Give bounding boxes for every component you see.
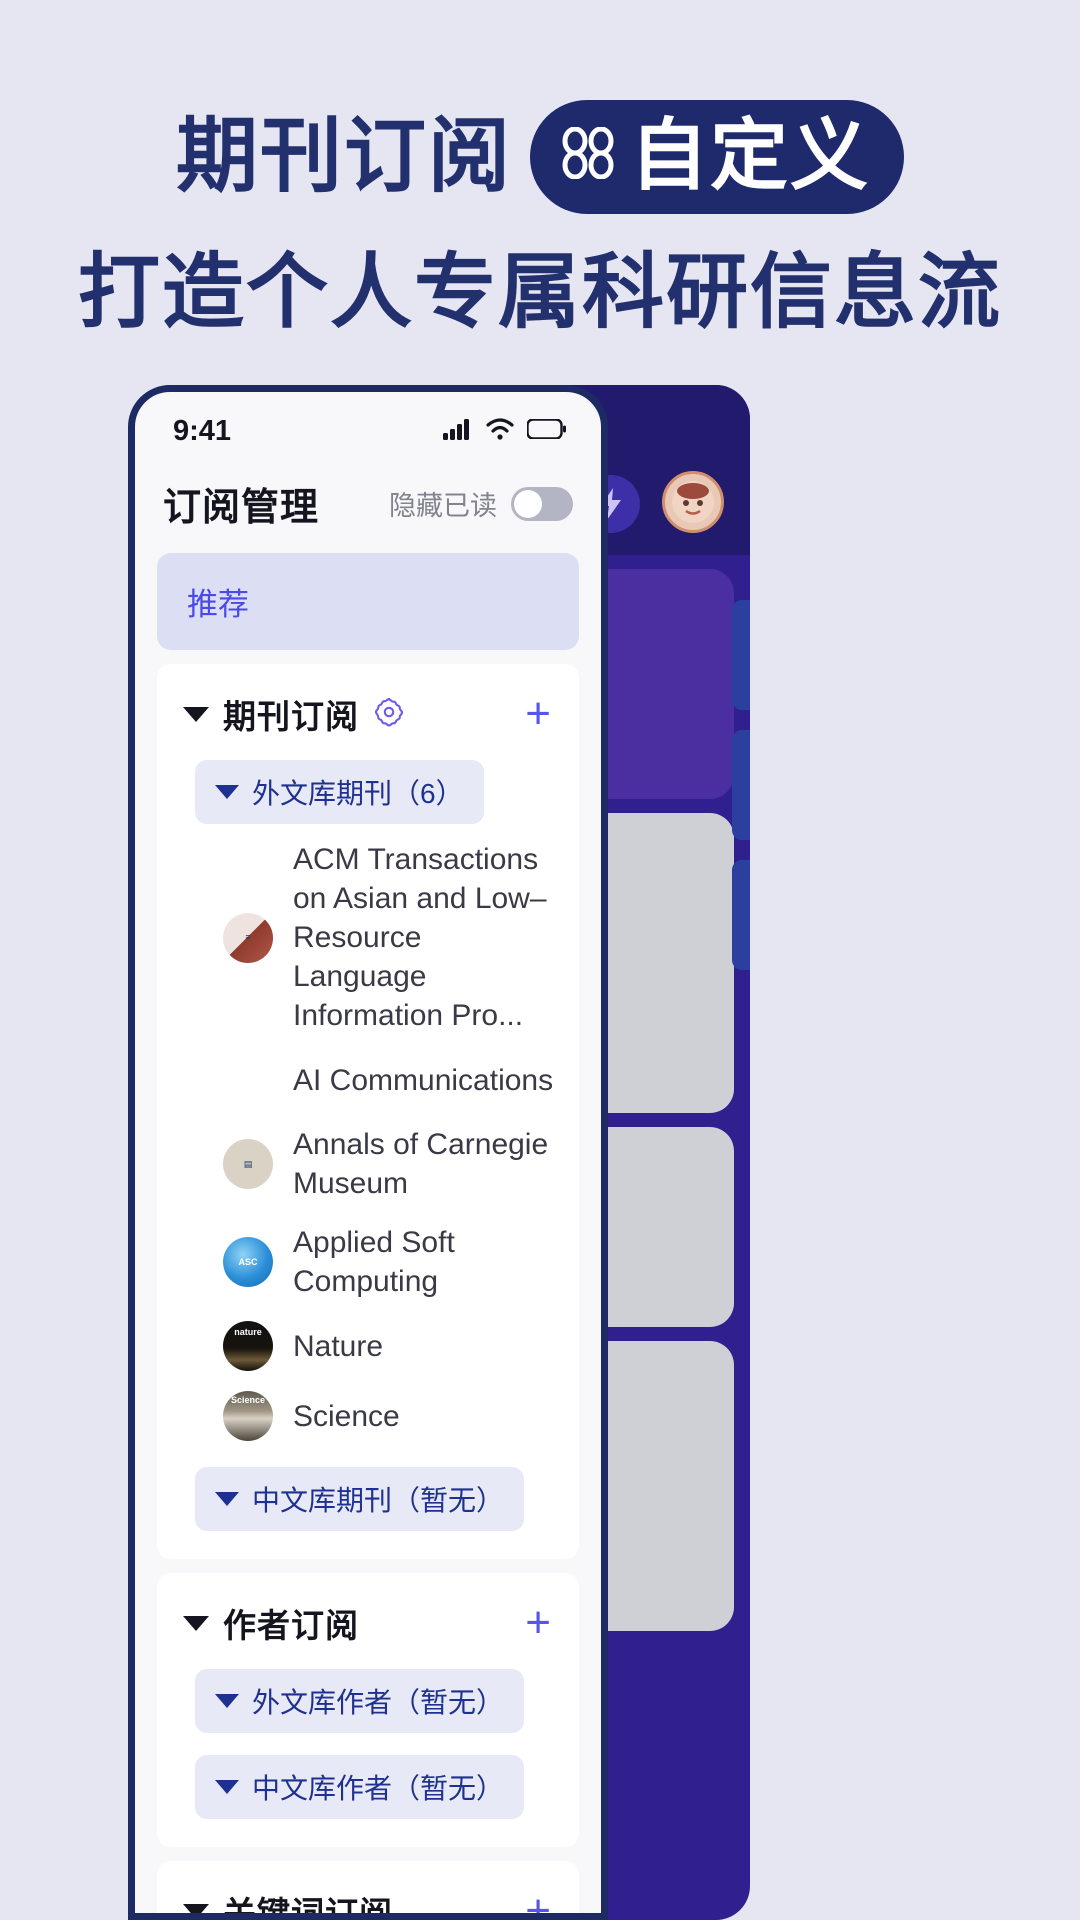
chevron-down-icon[interactable] [183, 706, 209, 722]
section-header[interactable]: 作者订阅 + [181, 1593, 555, 1653]
hidden-read-toggle[interactable] [511, 486, 573, 521]
group-chinese-authors[interactable]: 中文库作者（暂无） [195, 1755, 525, 1819]
avatar[interactable] [662, 471, 724, 533]
journal-name: Applied Soft Computing [293, 1226, 455, 1298]
section-author-subscription: 作者订阅 + 外文库作者（暂无） 中文库作者（暂无） [157, 1573, 579, 1847]
section-title: 期刊订阅 [223, 698, 359, 735]
headline-pill-text: 自定义 [630, 111, 871, 199]
section-header[interactable]: 期刊订阅 + [181, 684, 555, 744]
group-label: 中文库期刊（暂无） [252, 1485, 505, 1516]
cellular-signal-icon [443, 418, 473, 445]
group-label: 中文库作者（暂无） [252, 1773, 505, 1804]
chevron-down-icon-group [215, 785, 239, 799]
headline-block: 期刊订阅 自定义 打造个人专属科研信息流 [0, 0, 1080, 336]
section-title: 关键词订阅 [223, 1895, 393, 1920]
ai-communications-cover [223, 1055, 273, 1105]
chevron-down-icon[interactable] [183, 1903, 209, 1913]
chevron-down-icon[interactable] [183, 1615, 209, 1631]
section-journal-subscription: 期刊订阅 + 外文库期刊（6） ≡ ACM Transactions on As… [157, 664, 579, 1559]
side-tab-3[interactable] [732, 860, 750, 970]
group-foreign-authors[interactable]: 外文库作者（暂无） [195, 1669, 525, 1733]
annals-carnegie-cover: ▤ [223, 1139, 273, 1189]
science-cover: Science [223, 1391, 273, 1441]
group-foreign-journals[interactable]: 外文库期刊（6） [195, 760, 484, 824]
battery-icon [526, 417, 567, 444]
section-header[interactable]: 关键词订阅 + [181, 1881, 555, 1920]
applied-soft-computing-cover: ASC [223, 1237, 273, 1287]
list-item[interactable]: ▤ Annals of Carnegie Museum [181, 1115, 555, 1213]
chevron-down-icon-group [215, 1694, 239, 1708]
chevron-down-icon-group [215, 1780, 239, 1794]
wifi-icon [485, 417, 515, 445]
group-label: 外文库期刊（6） [252, 778, 464, 809]
list-item[interactable]: Science Science [181, 1381, 555, 1451]
list-item[interactable]: ≡ ACM Transactions on Asian and Low–Reso… [181, 830, 555, 1045]
list-item[interactable]: AI Communications [181, 1045, 555, 1115]
group-chinese-journals[interactable]: 中文库期刊（暂无） [195, 1467, 525, 1531]
headline-pill: 自定义 [530, 100, 905, 214]
headline-main-text: 期刊订阅 [175, 111, 512, 202]
side-tab-2[interactable] [732, 730, 750, 840]
page-title: 订阅管理 [163, 487, 320, 529]
add-journal-button[interactable]: + [525, 692, 551, 736]
toggle-knob [514, 489, 542, 518]
chevron-down-icon-group [215, 1492, 239, 1506]
add-author-button[interactable]: + [525, 1601, 551, 1645]
section-keyword-subscription: 关键词订阅 + 外文库关键词（1） [157, 1861, 579, 1920]
headline-row-1: 期刊订阅 自定义 [60, 100, 1020, 214]
status-bar: 9:41 [135, 392, 601, 470]
gear-icon[interactable] [373, 696, 405, 733]
tab-recommend[interactable]: 推荐 [157, 553, 579, 650]
add-keyword-button[interactable]: + [525, 1889, 551, 1913]
tab-recommend-label: 推荐 [187, 587, 249, 622]
app-header: 订阅管理 隐藏已读 [135, 470, 601, 553]
journal-name: AI Communications [293, 1063, 554, 1097]
hidden-read-label: 隐藏已读 [389, 491, 497, 521]
section-title: 作者订阅 [223, 1607, 359, 1644]
list-item[interactable]: ASC Applied Soft Computing [181, 1213, 555, 1311]
acm-journal-cover: ≡ [223, 912, 273, 963]
journal-name: Annals of Carnegie Museum [293, 1128, 549, 1200]
journal-name: ACM Transactions on Asian and Low–Resour… [293, 843, 547, 1032]
group-label: 外文库作者（暂无） [252, 1687, 505, 1718]
headline-subtitle: 打造个人专属科研信息流 [77, 247, 1002, 338]
status-time: 9:41 [173, 414, 232, 447]
journal-name: Science [293, 1399, 400, 1433]
side-tab-1[interactable] [732, 600, 750, 710]
nature-cover: nature [223, 1321, 273, 1371]
journal-name: Nature [293, 1329, 384, 1363]
grid-four-icon [560, 126, 616, 184]
list-item[interactable]: nature Nature [181, 1311, 555, 1381]
hidden-read-control[interactable]: 隐藏已读 [389, 484, 573, 523]
phone-mockup: 9:41 订阅管理 隐藏已读 推荐 期刊订阅 + 外文库期刊（6） ≡ ACM … [128, 385, 608, 1920]
